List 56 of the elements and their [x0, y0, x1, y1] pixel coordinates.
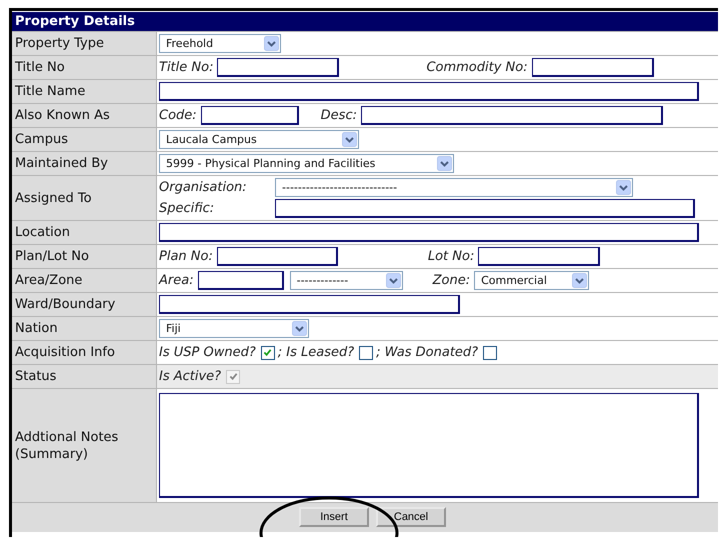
text-field[interactable] [159, 295, 460, 314]
checkbox[interactable] [483, 346, 498, 360]
field-label: Title No [15, 59, 65, 76]
dropdown[interactable]: ------------- [290, 271, 403, 290]
checkbox[interactable] [359, 346, 374, 360]
field-caption: Plan No: [159, 249, 213, 264]
text-field[interactable] [159, 82, 699, 101]
dropdown[interactable]: ----------------------------- [275, 178, 633, 197]
dropdown[interactable]: Commercial [474, 271, 590, 290]
text-field[interactable] [159, 223, 699, 242]
dropdown[interactable]: 5999 - Physical Planning and Facilities [159, 154, 454, 173]
dropdown[interactable]: Fiji [159, 319, 309, 338]
text-field[interactable] [217, 58, 340, 77]
check-icon [263, 348, 272, 357]
text-field[interactable] [478, 247, 600, 266]
field-label: Maintained By [15, 155, 108, 172]
panel-title: Property Details [12, 12, 718, 31]
field-label: Property Type [15, 35, 104, 52]
field-caption: Is Active? [159, 369, 222, 384]
field-label: Acquisition Info [15, 344, 115, 361]
field-label: Assigned To [15, 190, 92, 206]
form-button[interactable]: Cancel [376, 507, 446, 527]
field-caption: Title No: [159, 60, 214, 75]
text-field[interactable] [200, 106, 299, 125]
text-field[interactable] [198, 271, 284, 290]
field-label: Campus [15, 131, 68, 148]
field-caption: Desc: [320, 108, 357, 123]
field-caption: Area: [159, 273, 194, 288]
field-caption: Code: [159, 108, 197, 123]
dropdown[interactable]: Laucala Campus [159, 130, 359, 149]
notes-field[interactable] [159, 393, 699, 498]
field-label: Status [15, 368, 56, 385]
field-label: Nation [15, 320, 58, 337]
field-caption: Zone: [432, 273, 470, 288]
field-label: Location [15, 224, 70, 241]
field-caption: Lot No: [428, 249, 474, 264]
field-label: Title Name [15, 83, 86, 100]
field-label: Addtional Notes (Summary) [15, 428, 120, 462]
checkbox[interactable] [260, 346, 275, 360]
field-label: Ward/Boundary [15, 296, 116, 313]
text-field[interactable] [360, 106, 663, 125]
form-button[interactable]: Insert [299, 507, 369, 527]
field-caption: Specific: [159, 201, 216, 216]
dropdown[interactable]: Freehold [159, 34, 281, 53]
text-field[interactable] [532, 58, 654, 77]
field-label: Also Known As [15, 107, 110, 124]
field-label: Area/Zone [15, 272, 82, 289]
field-label: Plan/Lot No [15, 248, 89, 265]
field-caption: ; Is Leased? [278, 345, 354, 360]
field-caption: Is USP Owned? [159, 345, 256, 360]
text-field[interactable] [275, 199, 695, 218]
field-caption: Organisation: [159, 180, 248, 195]
check-icon [228, 372, 238, 381]
field-caption: ; Was Donated? [376, 345, 478, 360]
text-field[interactable] [216, 247, 338, 266]
field-caption: Commodity No: [426, 60, 528, 75]
